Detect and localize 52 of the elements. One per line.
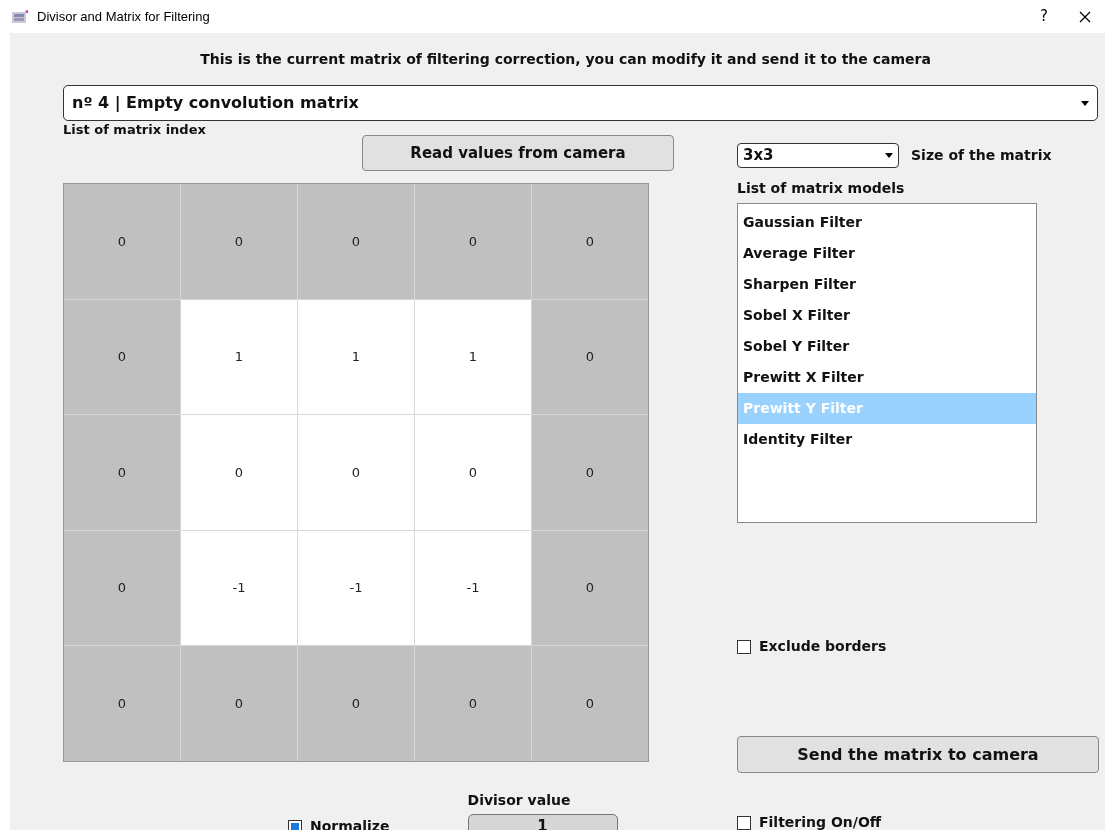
list-item[interactable]: Prewitt X Filter <box>738 362 1036 393</box>
matrix-cell[interactable]: 0 <box>532 415 648 530</box>
list-item[interactable]: Sobel X Filter <box>738 300 1036 331</box>
checkbox[interactable] <box>737 639 751 654</box>
matrix-cell[interactable]: 0 <box>532 184 648 299</box>
matrix-cell[interactable]: 1 <box>181 299 297 415</box>
app-icon <box>12 9 28 24</box>
list-item[interactable]: Sharpen Filter <box>738 269 1036 300</box>
size-dropdown[interactable]: 3x3 <box>737 143 899 168</box>
field-label: Divisor value <box>467 791 572 810</box>
caret-icon <box>885 153 893 158</box>
matrix-index-dropdown[interactable]: nº 4 | Empty convolution matrix <box>63 85 1098 121</box>
filtering-label: Filtering On/Off <box>759 813 882 830</box>
matrix-cell[interactable]: 0 <box>298 184 414 299</box>
matrix-cell[interactable]: 0 <box>298 415 414 530</box>
matrix-cell[interactable]: 0 <box>181 415 297 530</box>
list-item[interactable]: Average Filter <box>738 238 1036 269</box>
matrix-cell[interactable]: 0 <box>64 646 180 761</box>
close-icon[interactable] <box>1079 10 1091 23</box>
read-values-button[interactable]: Read values from camera <box>362 135 674 171</box>
matrix-cell[interactable]: 0 <box>415 415 531 530</box>
field-label: List of matrix index <box>63 122 207 138</box>
send-matrix-button[interactable]: Send the matrix to camera <box>737 736 1099 773</box>
field-label: Size of the matrix <box>911 146 1052 165</box>
matrix-cell[interactable]: 0 <box>64 530 180 646</box>
matrix-cell[interactable]: 0 <box>64 415 180 530</box>
matrix-cell[interactable]: 0 <box>181 646 297 761</box>
matrix-cell[interactable]: 0 <box>298 646 414 761</box>
matrix-cell[interactable]: 0 <box>64 299 180 415</box>
list-item[interactable]: Identity Filter <box>738 424 1036 455</box>
header-text: This is the current matrix of filtering correction, you can modify it and send it to the camera <box>199 50 932 69</box>
list-item[interactable]: Sobel Y Filter <box>738 331 1036 362</box>
matrix-cell[interactable]: 0 <box>415 646 531 761</box>
caret-icon <box>1081 100 1089 106</box>
matrix-cell[interactable]: 0 <box>532 530 648 646</box>
matrix-cell[interactable]: 0 <box>532 646 648 761</box>
matrix-cell[interactable]: 0 <box>64 184 180 299</box>
matrix-cell[interactable]: -1 <box>415 530 531 646</box>
checkbox[interactable] <box>737 815 751 830</box>
field-label: List of matrix models <box>737 179 906 198</box>
list-item[interactable]: Gaussian Filter <box>738 207 1036 238</box>
matrix-cell[interactable]: 1 <box>415 299 531 415</box>
help-button[interactable]: ? <box>1029 5 1059 28</box>
matrix-cell[interactable]: 0 <box>532 299 648 415</box>
matrix-cell[interactable]: -1 <box>181 530 297 646</box>
checkbox[interactable] <box>288 819 302 830</box>
matrix-cell[interactable]: -1 <box>298 530 414 646</box>
window-title: Divisor and Matrix for Filtering <box>37 7 210 26</box>
matrix-cell[interactable]: 1 <box>298 299 414 415</box>
matrix-cell[interactable]: 0 <box>181 184 297 299</box>
exclude-borders-label: Exclude borders <box>759 637 887 656</box>
matrix-cell[interactable]: 0 <box>415 184 531 299</box>
